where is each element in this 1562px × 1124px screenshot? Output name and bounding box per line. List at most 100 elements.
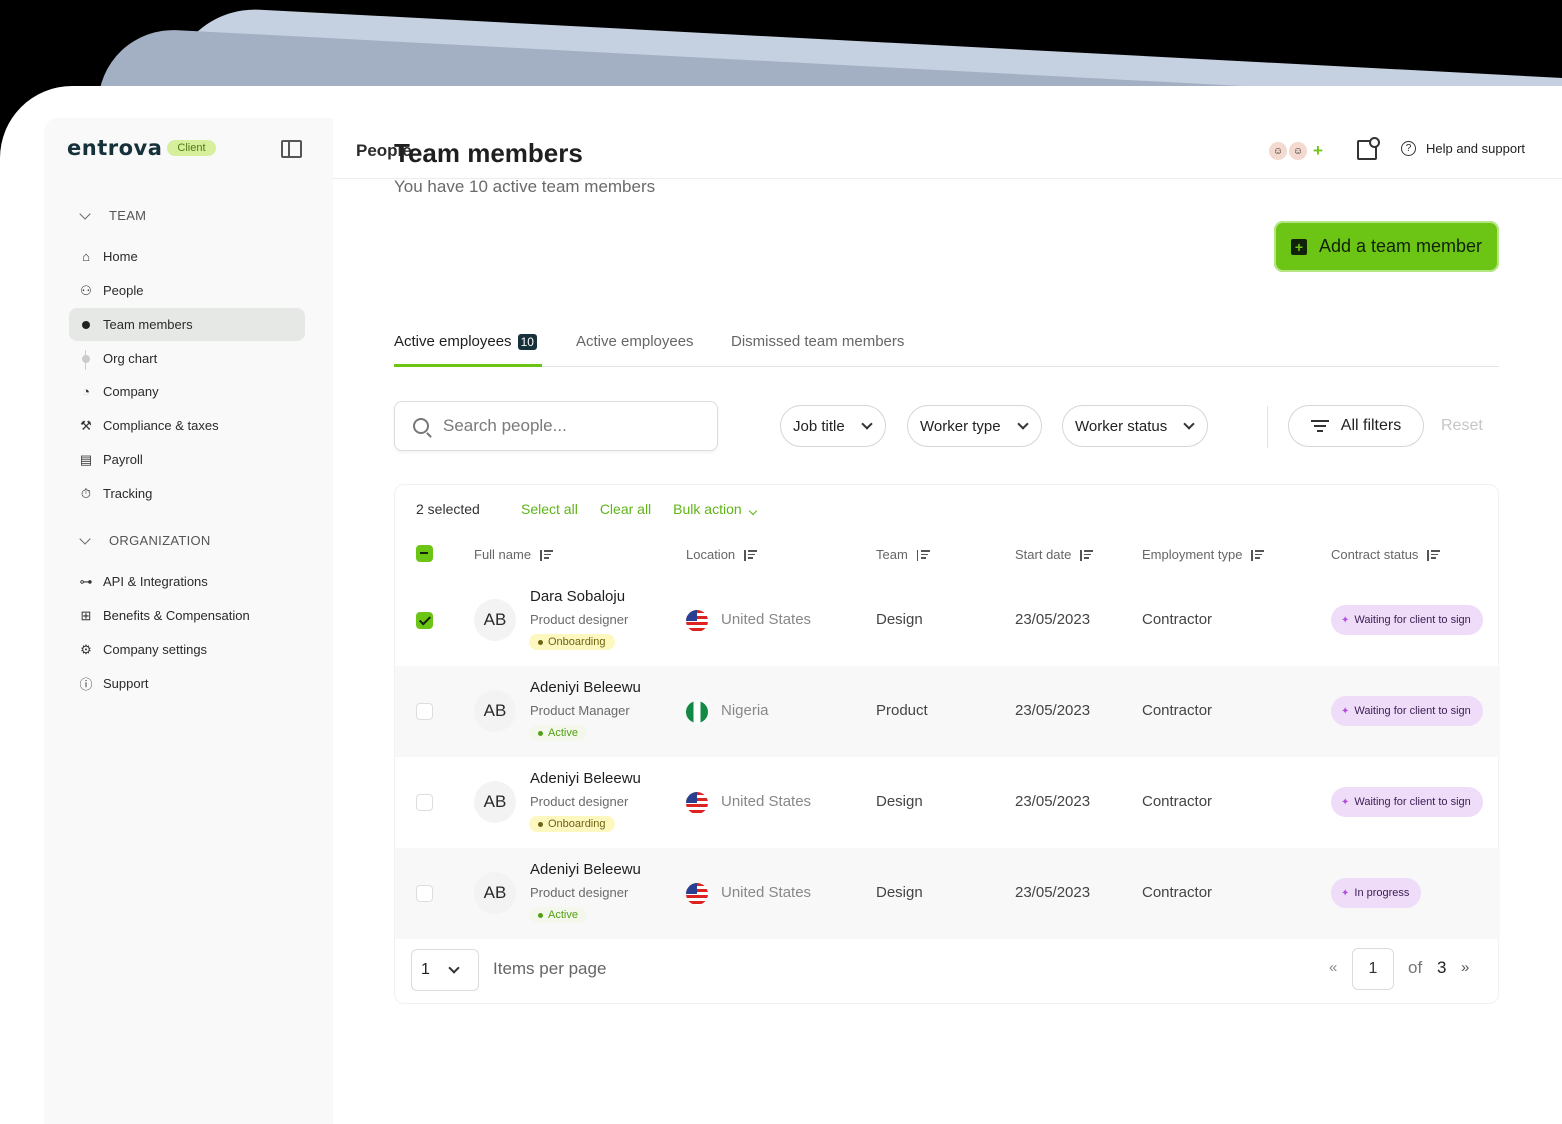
column-header-location[interactable]: Location xyxy=(686,547,758,562)
sort-icon xyxy=(744,550,758,561)
items-per-page-select[interactable]: 1 xyxy=(411,949,479,991)
member-role: Product designer xyxy=(530,885,629,900)
sidebar-item-label: Tracking xyxy=(103,486,153,501)
client-badge: Client xyxy=(167,140,216,156)
sidebar-item-support[interactable]: ⓘ Support xyxy=(69,667,305,700)
location: United States xyxy=(721,611,812,628)
start-date: 23/05/2023 xyxy=(1015,611,1091,628)
sidebar-toggle-icon[interactable] xyxy=(281,140,302,158)
question-icon: ⓘ xyxy=(79,677,93,692)
filter-icon xyxy=(1310,420,1329,432)
tab-indicator xyxy=(394,364,542,367)
sidebar-item-company-settings[interactable]: ⚙ Company settings xyxy=(69,633,305,666)
section-organization[interactable]: ORGANIZATION xyxy=(79,532,211,548)
tab-active-employees[interactable]: Active employees 10 xyxy=(394,333,537,350)
clear-all-button[interactable]: Clear all xyxy=(600,501,651,517)
row-checkbox[interactable] xyxy=(416,612,433,629)
tab-count-badge: 10 xyxy=(517,333,537,350)
row-checkbox[interactable] xyxy=(416,794,433,811)
table-header: Full name Location Team Start date Emplo… xyxy=(395,535,1500,575)
search-input[interactable] xyxy=(443,416,683,436)
all-filters-button[interactable]: All filters xyxy=(1288,405,1424,447)
sidebar-item-benefits[interactable]: ⊞ Benefits & Compensation xyxy=(69,599,305,632)
sparkle-icon: ✦ xyxy=(1341,796,1350,808)
previous-page-button[interactable]: « xyxy=(1329,959,1337,976)
avatar: AB xyxy=(474,690,516,732)
row-checkbox[interactable] xyxy=(416,885,433,902)
sidebar-item-compliance[interactable]: ⚒ Compliance & taxes xyxy=(69,409,305,442)
search-icon xyxy=(413,418,429,434)
team: Design xyxy=(876,793,923,810)
column-header-contract-status[interactable]: Contract status xyxy=(1331,547,1441,562)
avatar[interactable]: ☺ xyxy=(1267,140,1289,162)
badge-label: In progress xyxy=(1354,887,1410,899)
section-team[interactable]: TEAM xyxy=(79,207,147,223)
select-all-button[interactable]: Select all xyxy=(521,501,578,517)
column-header-employment-type[interactable]: Employment type xyxy=(1142,547,1265,562)
row-checkbox[interactable] xyxy=(416,703,433,720)
badge-label: Active xyxy=(548,727,578,739)
sidebar-item-team-members[interactable]: Team members xyxy=(69,308,305,341)
worker-status-filter[interactable]: Worker status xyxy=(1062,405,1209,447)
bulk-action-label: Bulk action xyxy=(673,501,742,517)
team: Product xyxy=(876,702,928,719)
tab-active-employees-2[interactable]: Active employees xyxy=(576,333,694,350)
sidebar-item-tracking[interactable]: ⏱ Tracking xyxy=(69,477,305,510)
status-badge: Onboarding xyxy=(529,634,615,650)
column-header-team[interactable]: Team xyxy=(876,547,930,562)
button-label: Add a team member xyxy=(1318,236,1483,256)
gavel-icon: ⚒ xyxy=(80,417,92,433)
table-row[interactable]: AB Adeniyi Beleewu Product Manager Activ… xyxy=(395,666,1500,757)
column-label: Employment type xyxy=(1142,547,1243,562)
bulk-action-dropdown[interactable]: Bulk action xyxy=(673,501,757,517)
table-row[interactable]: AB Adeniyi Beleewu Product designer Acti… xyxy=(395,848,1500,939)
tab-bar: Active employees 10 Active employees Dis… xyxy=(394,322,1499,367)
team: Design xyxy=(876,884,923,901)
total-pages: 3 xyxy=(1437,958,1447,977)
worker-type-filter[interactable]: Worker type xyxy=(907,405,1042,447)
member-name[interactable]: Adeniyi Beleewu xyxy=(530,770,641,787)
help-and-support-link[interactable]: ? Help and support xyxy=(1401,141,1525,156)
us-flag-icon xyxy=(686,792,708,814)
sidebar-item-home[interactable]: ⌂ Home xyxy=(69,240,305,273)
filter-label: Worker type xyxy=(920,417,1001,435)
divider xyxy=(1267,406,1268,448)
sidebar: entrova Client TEAM ⌂ Home ⚇ People Team… xyxy=(44,118,333,1124)
section-label: TEAM xyxy=(109,208,147,223)
add-collaborator-icon[interactable]: + xyxy=(1307,140,1329,162)
section-label: ORGANIZATION xyxy=(109,533,211,548)
badge-label: Waiting for client to sign xyxy=(1354,705,1471,717)
sidebar-item-people[interactable]: ⚇ People xyxy=(69,274,305,307)
notification-icon[interactable] xyxy=(1357,137,1380,160)
job-title-filter[interactable]: Job title xyxy=(780,405,886,447)
sidebar-item-payroll[interactable]: ▤ Payroll xyxy=(69,443,305,476)
member-name[interactable]: Adeniyi Beleewu xyxy=(530,679,641,696)
sidebar-item-label: API & Integrations xyxy=(103,574,208,589)
pie-icon: ◔ xyxy=(82,384,90,399)
member-name[interactable]: Adeniyi Beleewu xyxy=(530,861,641,878)
contract-status-badge: ✦ Waiting for client to sign xyxy=(1331,696,1483,726)
reset-button[interactable]: Reset xyxy=(1441,417,1483,435)
column-label: Contract status xyxy=(1331,547,1419,562)
current-page-input[interactable]: 1 xyxy=(1352,948,1394,990)
select-all-checkbox[interactable] xyxy=(416,545,433,562)
bullet-icon xyxy=(78,351,94,367)
tab-dismissed[interactable]: Dismissed team members xyxy=(731,333,904,350)
selected-count: 2 selected xyxy=(416,501,480,517)
add-team-member-button[interactable]: + Add a team member xyxy=(1274,221,1499,272)
member-name[interactable]: Dara Sobaloju xyxy=(530,588,625,605)
next-page-button[interactable]: » xyxy=(1461,959,1469,976)
sidebar-item-company[interactable]: ◔ Company xyxy=(69,375,305,408)
column-label: Location xyxy=(686,547,736,562)
table-row[interactable]: AB Adeniyi Beleewu Product designer Onbo… xyxy=(395,757,1500,848)
column-header-start-date[interactable]: Start date xyxy=(1015,547,1094,562)
sidebar-item-org-chart[interactable]: Org chart xyxy=(69,342,305,375)
sidebar-item-api[interactable]: ⊶ API & Integrations xyxy=(69,565,305,598)
avatar[interactable]: ☺ xyxy=(1287,140,1309,162)
search-field[interactable] xyxy=(394,401,718,451)
table-row[interactable]: AB Dara Sobaloju Product designer Onboar… xyxy=(395,575,1500,666)
nigeria-flag-icon xyxy=(686,701,708,723)
sidebar-item-label: Company settings xyxy=(103,642,208,657)
column-header-full-name[interactable]: Full name xyxy=(474,547,554,562)
collaborator-avatars[interactable]: ☺ ☺ + xyxy=(1267,140,1329,162)
